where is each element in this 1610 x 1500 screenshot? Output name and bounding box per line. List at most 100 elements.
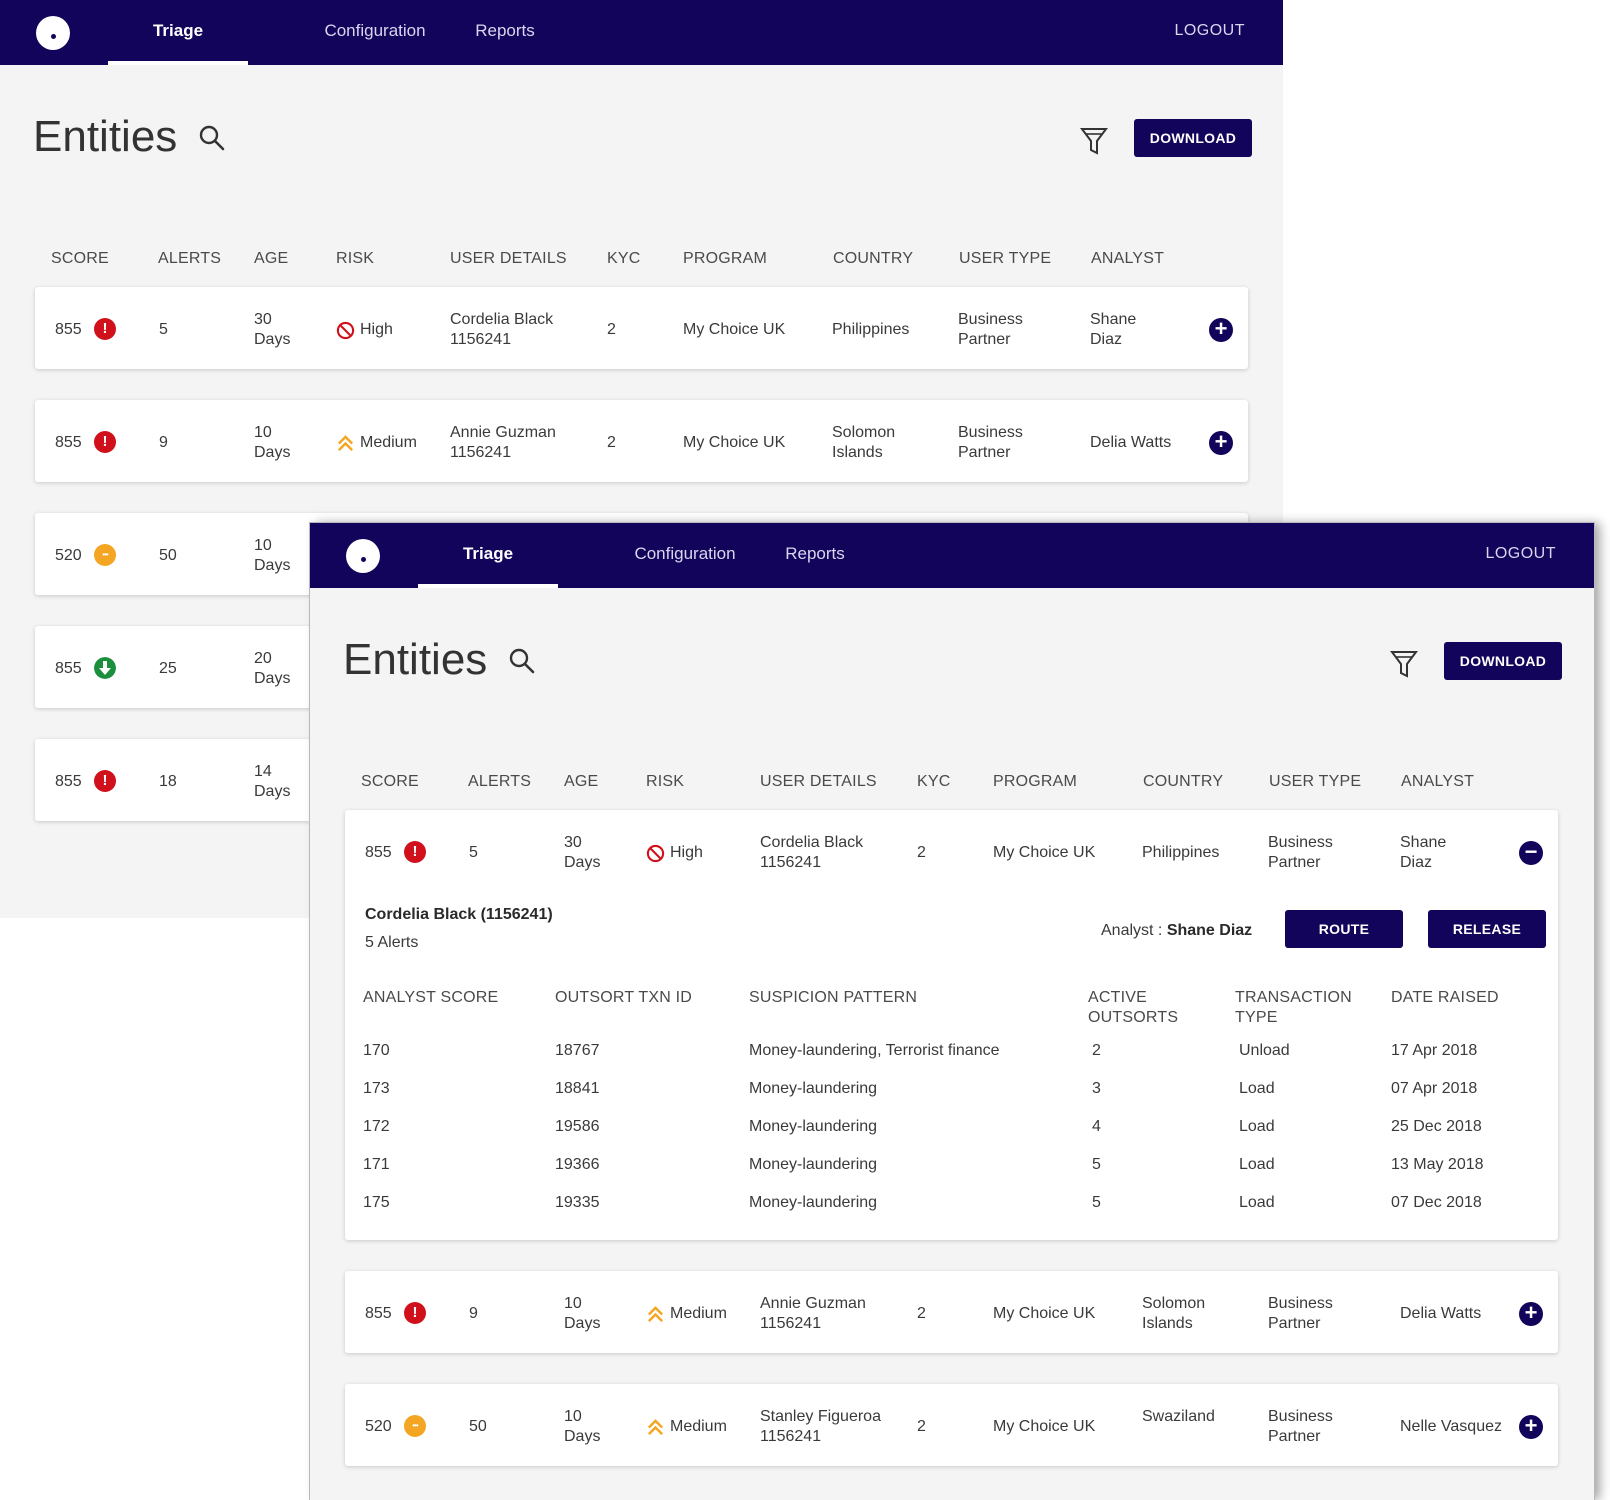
col-head-analyst[interactable]: ANALYST [1091,250,1164,268]
expand-plus-icon[interactable]: + [1519,1415,1543,1439]
download-button[interactable]: DOWNLOAD [1444,642,1562,680]
kyc-value: 2 [607,434,616,451]
table-row[interactable]: 520 50 10Days Medium Stanley Figueroa115… [345,1384,1558,1466]
alerts-count: 25 [159,660,177,677]
detail-title: Cordelia Black (1156241) [365,906,553,923]
table-row[interactable]: 855 9 10Days Medium Annie Guzman1156241 … [35,400,1248,482]
detail-cell-score: 172 [363,1118,390,1135]
score-value: 520 [365,1418,392,1435]
search-icon[interactable] [198,124,226,152]
user-type-value: Business Partner [1268,1408,1333,1445]
detail-cell-pattern: Money-laundering [749,1080,878,1097]
sub-head-txn-id[interactable]: OUTSORT TXN ID [555,988,692,1008]
col-head-risk[interactable]: RISK [336,250,374,268]
detail-cell-active: 5 [1092,1156,1101,1173]
release-button[interactable]: RELEASE [1428,910,1546,948]
col-head-age[interactable]: AGE [254,250,288,268]
col-head-kyc[interactable]: KYC [607,250,641,268]
detail-cell-score: 170 [363,1042,390,1059]
col-head-score[interactable]: SCORE [51,250,109,268]
block-icon [336,321,355,340]
detail-cell-txn: 19586 [555,1118,600,1135]
country-value: Philippines [832,321,910,338]
age-value: 20 Days [254,650,291,687]
detail-cell-txn: 19366 [555,1156,600,1173]
detail-cell-txn: 18841 [555,1080,600,1097]
chevrons-up-icon [647,1419,664,1436]
user-details: Cordelia Black 1156241 [450,311,554,348]
col-head-user-details[interactable]: USER DETAILS [450,250,567,268]
col-head-country[interactable]: COUNTRY [1143,773,1223,791]
app-logo-icon[interactable] [346,539,380,573]
nav-tab-reports[interactable]: Reports [780,523,850,588]
filter-icon[interactable] [1080,126,1108,156]
country-value: Swaziland [1142,1408,1215,1425]
age-value: 10 Days [254,537,291,574]
country-value: Solomon Islands [1142,1295,1206,1332]
kyc-value: 2 [917,1418,926,1435]
detail-cell-type: Unload [1239,1042,1290,1059]
country-value: Solomon Islands [832,424,896,461]
user-details: Annie Guzman 1156241 [760,1295,866,1332]
col-head-score[interactable]: SCORE [361,773,419,791]
alerts-count: 50 [159,547,177,564]
col-head-analyst[interactable]: ANALYST [1401,773,1474,791]
nav-tab-triage[interactable]: Triage [418,523,558,588]
col-head-user-type[interactable]: USER TYPE [1269,773,1361,791]
col-head-user-type[interactable]: USER TYPE [959,250,1051,268]
detail-cell-active: 2 [1092,1042,1101,1059]
filter-icon[interactable] [1390,649,1418,679]
col-head-age[interactable]: AGE [564,773,598,791]
block-icon [646,844,665,863]
table-row[interactable]: 855 5 30Days High Cordelia Black1156241 … [35,287,1248,369]
logout-link[interactable]: LOGOUT [1485,523,1556,588]
logout-link[interactable]: LOGOUT [1174,0,1245,65]
col-head-kyc[interactable]: KYC [917,773,951,791]
alerts-count: 5 [159,321,168,338]
program-value: My Choice UK [683,321,786,338]
col-head-program[interactable]: PROGRAM [993,773,1077,791]
collapse-minus-icon[interactable]: − [1519,841,1543,865]
col-head-alerts[interactable]: ALERTS [468,773,531,791]
detail-cell-type: Load [1239,1194,1275,1211]
user-details: Stanley Figueroa 1156241 [760,1408,881,1445]
sub-head-date-raised[interactable]: DATE RAISED [1391,988,1499,1008]
detail-cell-active: 3 [1092,1080,1101,1097]
sub-head-transaction-type[interactable]: TRANSACTION TYPE [1235,988,1352,1028]
score-value: 855 [365,844,392,861]
col-head-user-details[interactable]: USER DETAILS [760,773,877,791]
nav-tab-configuration[interactable]: Configuration [315,0,435,65]
col-head-program[interactable]: PROGRAM [683,250,767,268]
expand-plus-icon[interactable]: + [1519,1302,1543,1326]
nav-tab-triage[interactable]: Triage [108,0,248,65]
route-button[interactable]: ROUTE [1285,910,1403,948]
expand-plus-icon[interactable]: + [1209,318,1233,342]
col-head-country[interactable]: COUNTRY [833,250,913,268]
download-button[interactable]: DOWNLOAD [1134,119,1252,157]
user-type-value: Business Partner [1268,834,1333,871]
search-icon[interactable] [508,647,536,675]
col-head-alerts[interactable]: ALERTS [158,250,221,268]
program-value: My Choice UK [993,1418,1096,1435]
detail-cell-date: 17 Apr 2018 [1391,1042,1478,1059]
expanded-table-row[interactable]: 855 5 30Days High Cordelia Black1156241 … [345,810,1558,1240]
nav-tab-configuration[interactable]: Configuration [625,523,745,588]
age-value: 10 Days [564,1408,601,1445]
alerts-count: 50 [469,1418,487,1435]
nav-tab-reports[interactable]: Reports [470,0,540,65]
table-row[interactable]: 855 9 10Days Medium Annie Guzman1156241 … [345,1271,1558,1353]
kyc-value: 2 [607,321,616,338]
detail-cell-date: 07 Dec 2018 [1391,1194,1482,1211]
sub-head-suspicion-pattern[interactable]: SUSPICION PATTERN [749,988,917,1008]
col-head-risk[interactable]: RISK [646,773,684,791]
page-title: Entities [33,112,178,161]
kyc-value: 2 [917,1305,926,1322]
detail-alerts-count: 5 Alerts [365,934,419,951]
app-logo-icon[interactable] [36,16,70,50]
detail-cell-pattern: Money-laundering [749,1194,878,1211]
sub-head-active-outsorts[interactable]: ACTIVE OUTSORTS [1088,988,1178,1028]
expand-plus-icon[interactable]: + [1209,431,1233,455]
sub-head-analyst-score[interactable]: ANALYST SCORE [363,988,498,1008]
user-type-value: Business Partner [958,311,1023,348]
screen-entities-expanded: Triage Configuration Reports LOGOUT Enti… [310,523,1594,1500]
